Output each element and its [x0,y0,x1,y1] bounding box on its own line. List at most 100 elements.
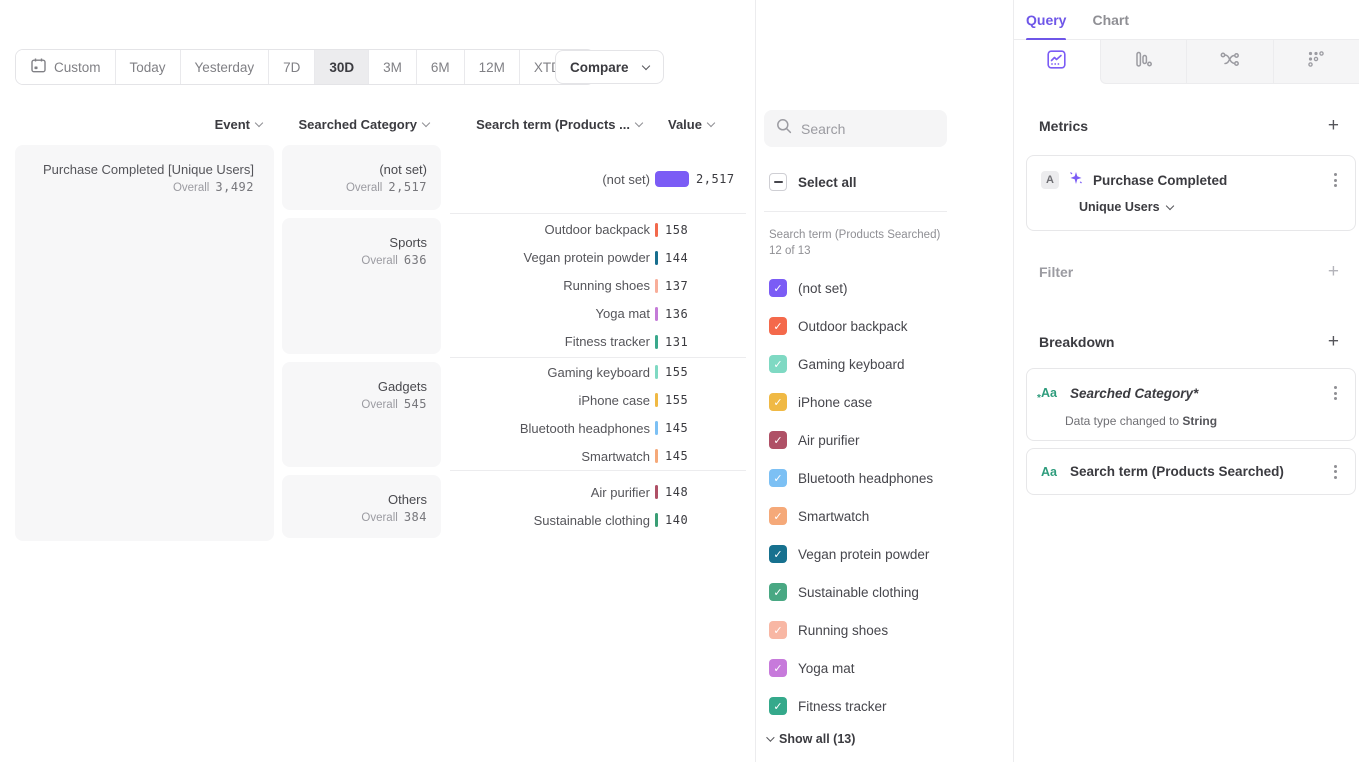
segment-checkbox-row[interactable]: ✓Vegan protein powder [769,535,933,573]
table-row[interactable]: Outdoor backpack158 [450,216,746,244]
show-all-button[interactable]: Show all (13) [766,732,855,746]
date-range-7d[interactable]: 7D [269,50,315,84]
segment-checkbox-row[interactable]: ✓Gaming keyboard [769,345,933,383]
category-cell[interactable]: OthersOverall384 [282,475,441,538]
table-row[interactable]: (not set)2,517 [450,165,746,193]
segment-checkbox[interactable]: ✓ [769,659,787,677]
search-term-column-header[interactable]: Search term (Products ... [441,117,646,132]
category-name: Others [290,491,427,508]
segment-checkbox-row[interactable]: ✓ Air purifier [769,421,933,459]
metrics-heading: Metrics [1039,118,1088,134]
analysis-tab-funnel[interactable] [1100,40,1187,84]
metric-card[interactable]: A Purchase Completed Unique Users [1026,155,1356,231]
add-metric-button[interactable]: + [1328,119,1339,133]
select-all-row[interactable]: Select all [769,173,857,191]
event-cell[interactable]: Purchase Completed [Unique Users] Overal… [15,145,274,541]
category-cell[interactable]: SportsOverall636 [282,218,441,354]
category-name: Gadgets [290,378,427,395]
value-cell: 137 [650,279,746,293]
table-row[interactable]: Sustainable clothing140 [450,506,746,534]
table-row[interactable]: Smartwatch145 [450,442,746,470]
overall-label: Overall [361,399,397,411]
date-range-30d[interactable]: 30D [315,50,369,84]
date-range-label: Today [130,60,166,75]
segment-label: Sustainable clothing [798,585,919,600]
table-row[interactable]: Air purifier148 [450,478,746,506]
segment-checkbox-row[interactable]: ✓Outdoor backpack [769,307,933,345]
segment-checkbox[interactable]: ✓ [769,697,787,715]
table-row[interactable]: Running shoes137 [450,272,746,300]
category-cell[interactable]: GadgetsOverall545 [282,362,441,467]
segment-checkbox[interactable]: ✓ [769,469,787,487]
date-range-label: 6M [431,60,450,75]
table-row[interactable]: Yoga mat136 [450,300,746,328]
segment-search[interactable] [764,110,947,147]
table-row[interactable]: iPhone case155 [450,386,746,414]
date-range-3m[interactable]: 3M [369,50,417,84]
segment-checkbox-list: ✓(not set)✓Outdoor backpack✓Gaming keybo… [769,269,933,725]
event-column-header[interactable]: Event [0,117,274,132]
segment-checkbox-row[interactable]: ✓Running shoes [769,611,933,649]
value-cell: 155 [650,365,746,379]
analysis-tab-retention[interactable] [1273,40,1359,84]
segment-checkbox-row[interactable]: ✓(not set) [769,269,933,307]
segment-filter-panel: Select all Search term (Products Searche… [755,0,1013,762]
table-row[interactable]: Fitness tracker131 [450,328,746,356]
segment-checkbox[interactable]: ✓ [769,355,787,373]
breakdown-menu-button[interactable] [1330,461,1341,483]
date-range-custom[interactable]: Custom [16,50,116,84]
date-range-6m[interactable]: 6M [417,50,465,84]
value-bar [655,393,658,407]
tab-chart[interactable]: Chart [1092,0,1129,40]
date-range-today[interactable]: Today [116,50,181,84]
segment-checkbox[interactable]: ✓ [769,583,787,601]
segment-checkbox-row[interactable]: ✓ Sustainable clothing [769,573,933,611]
chevron-down-icon [707,119,715,127]
analysis-tab-flow[interactable] [1186,40,1273,84]
breakdown-menu-button[interactable] [1330,382,1341,404]
segment-checkbox-row[interactable]: ✓Smartwatch [769,497,933,535]
tab-query[interactable]: Query [1026,0,1066,40]
segment-checkbox[interactable]: ✓ [769,507,787,525]
table-row[interactable]: Vegan protein powder144 [450,244,746,272]
category-name: Sports [290,234,427,251]
segment-checkbox[interactable]: ✓ [769,279,787,297]
breakdown-card-search-term[interactable]: Aa Search term (Products Searched) [1026,448,1356,495]
analysis-tab-insights[interactable] [1014,40,1100,84]
date-range-12m[interactable]: 12M [465,50,520,84]
compare-button[interactable]: Compare [555,50,664,84]
segment-checkbox[interactable]: ✓ [769,317,787,335]
value-number: 145 [665,421,688,435]
event-name: Purchase Completed [Unique Users] [25,161,254,178]
breakdown-title: Searched Category* [1070,386,1321,401]
breakdown-card-searched-category[interactable]: Aa* Searched Category* Data type changed… [1026,368,1356,441]
value-column-header[interactable]: Value [668,117,714,132]
table-row[interactable]: Bluetooth headphones145 [450,414,746,442]
metric-title: Purchase Completed [1093,173,1321,188]
segment-checkbox-row[interactable]: ✓Yoga mat [769,649,933,687]
table-row[interactable]: Gaming keyboard155 [450,358,746,386]
date-range-yesterday[interactable]: Yesterday [181,50,270,84]
overall-label: Overall [361,512,397,524]
metric-menu-button[interactable] [1330,169,1341,191]
segment-checkbox[interactable]: ✓ [769,393,787,411]
add-filter-button[interactable]: + [1328,265,1339,279]
segment-checkbox[interactable]: ✓ [769,545,787,563]
segment-label: Air purifier [798,433,860,448]
segment-checkbox-row[interactable]: ✓Fitness tracker [769,687,933,725]
search-input[interactable] [801,121,931,137]
add-breakdown-button[interactable]: + [1328,335,1339,349]
segment-checkbox[interactable]: ✓ [769,431,787,449]
category-cell[interactable]: (not set)Overall2,517 [282,145,441,210]
segment-checkbox-row[interactable]: ✓iPhone case [769,383,933,421]
search-term-cell: Vegan protein powder [450,250,650,265]
search-term-group: Outdoor backpack158Vegan protein powder1… [450,213,746,357]
value-cell: 131 [650,335,746,349]
value-number: 2,517 [696,172,735,186]
metric-aggregation-dropdown[interactable]: Unique Users [1079,200,1341,214]
segment-checkbox[interactable]: ✓ [769,621,787,639]
segment-checkbox-row[interactable]: ✓Bluetooth headphones [769,459,933,497]
select-all-checkbox[interactable] [769,173,787,191]
searched-category-column-header[interactable]: Searched Category [274,117,441,132]
search-term-cell: Fitness tracker [450,334,650,349]
